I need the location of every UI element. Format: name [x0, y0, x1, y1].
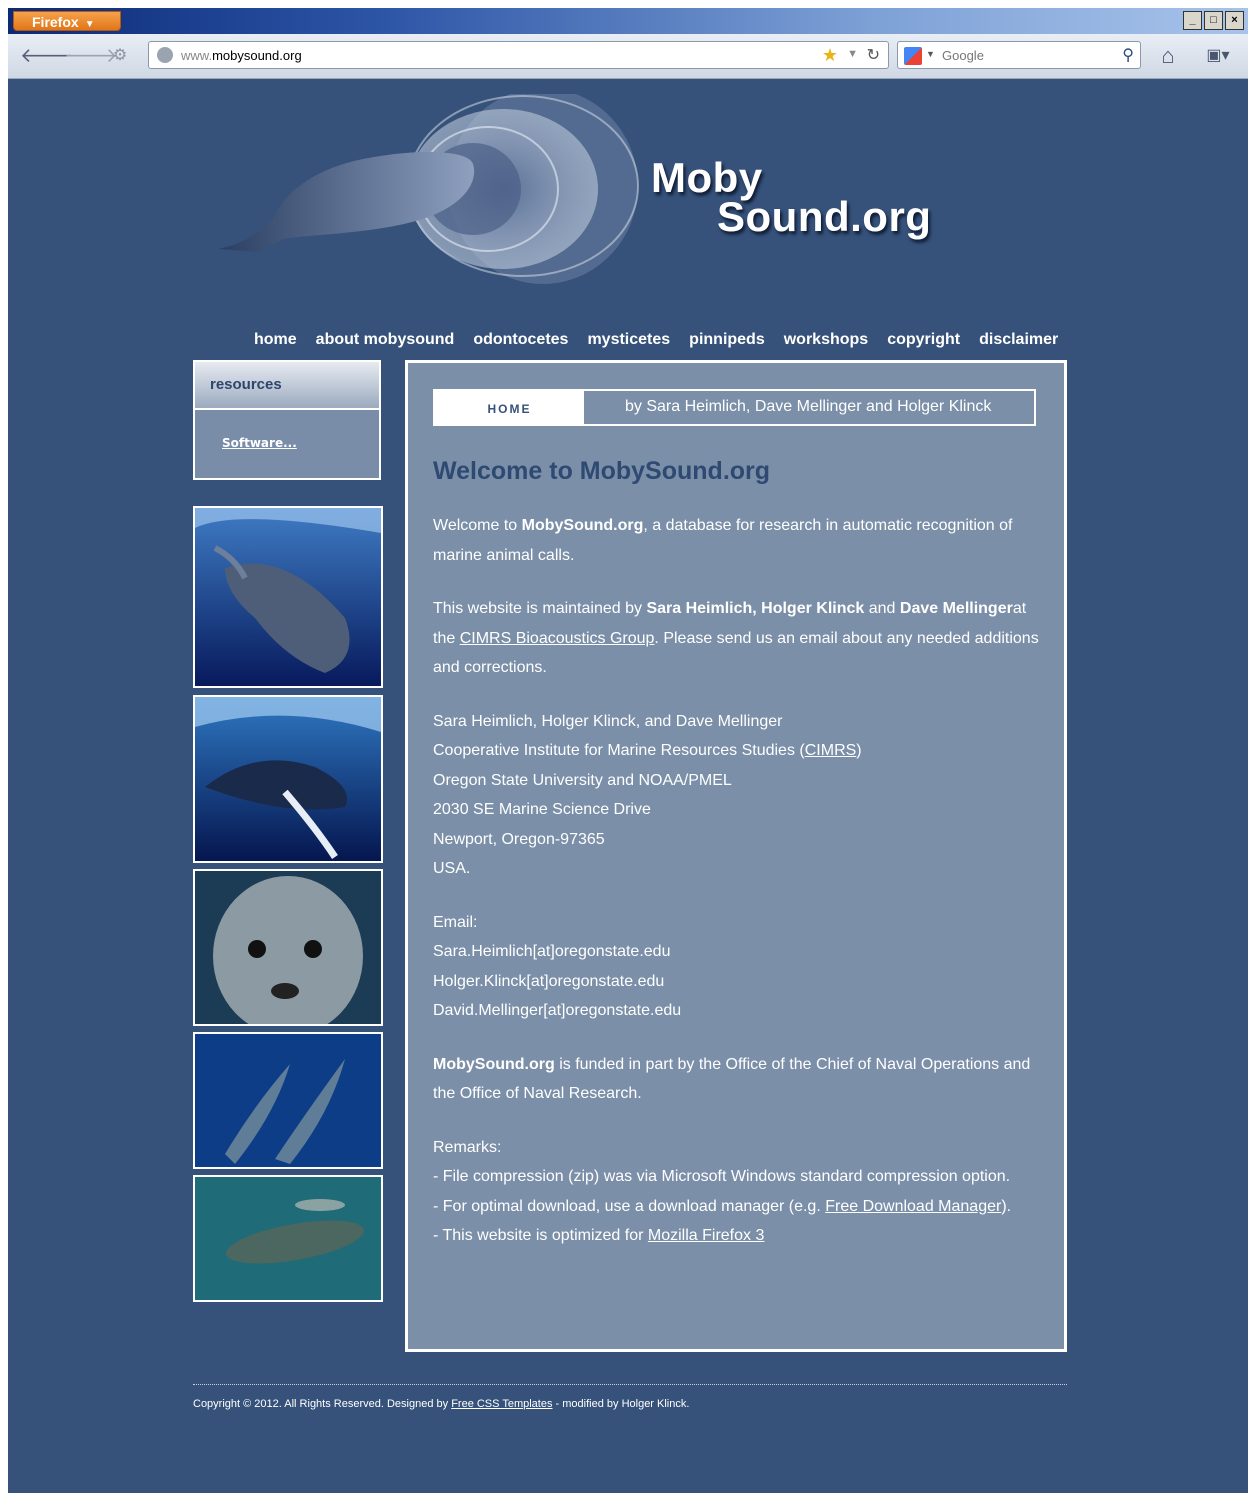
url-dropdown-icon[interactable]: ▼	[847, 48, 858, 60]
main-menu: home about mobysound odontocetes mystice…	[254, 331, 1058, 349]
menu-item-about[interactable]: about mobysound	[316, 331, 455, 349]
address-block: Sara Heimlich, Holger Klinck, and Dave M…	[433, 707, 1048, 884]
forward-icon[interactable]: 🡒	[64, 42, 118, 70]
menu-item-odontocetes[interactable]: odontocetes	[473, 331, 568, 349]
text: Welcome to	[433, 517, 522, 534]
text: )	[856, 742, 862, 759]
intro-paragraph: Welcome to MobySound.org, a database for…	[433, 511, 1048, 570]
humpback-whale-photo	[193, 695, 383, 863]
address-line: Newport, Oregon-97365	[433, 830, 605, 848]
funding-paragraph: MobySound.org is funded in part by the O…	[433, 1050, 1048, 1109]
close-button[interactable]: ×	[1225, 11, 1244, 30]
text: Copyright © 2012. All Rights Reserved. D…	[193, 1398, 452, 1410]
text: This website is maintained by	[433, 600, 647, 617]
text: ).	[1001, 1197, 1012, 1215]
address-line: USA.	[433, 860, 471, 877]
free-download-manager-link[interactable]: Free Download Manager	[825, 1198, 1001, 1215]
remark: - For optimal download, use a download m…	[433, 1197, 826, 1215]
remark: - File compression (zip) was via Microso…	[433, 1168, 1011, 1185]
cimrs-bioacoustics-link[interactable]: CIMRS Bioacoustics Group	[460, 630, 655, 647]
text: - modified by Holger Klinck.	[552, 1398, 690, 1410]
window-controls: _ □ ×	[1183, 11, 1244, 30]
bold-text: Dave Mellinger	[899, 600, 1013, 617]
seal-photo	[193, 869, 383, 1026]
tab-home[interactable]: HOME	[435, 391, 584, 424]
email-address: David.Mellinger[at]oregonstate.edu	[433, 1002, 682, 1019]
navigation-toolbar: 🡐 🡒 ⚙ www.mobysound.org ★ ▼ ↻ ▼ Google ⚲…	[8, 34, 1248, 79]
main-content-box: HOME by Sara Heimlich, Dave Mellinger an…	[405, 360, 1067, 1352]
menu-item-disclaimer[interactable]: disclaimer	[979, 331, 1058, 349]
gray-whale-photo	[193, 1175, 383, 1302]
sidebar: resources Software...	[193, 360, 383, 480]
url-text: www.mobysound.org	[181, 48, 302, 63]
resources-heading: resources	[195, 362, 379, 410]
history-icon[interactable]: ⚙	[106, 42, 134, 70]
url-domain: mobysound.org	[212, 48, 302, 63]
menu-item-copyright[interactable]: copyright	[887, 331, 960, 349]
email-label: Email:	[433, 913, 478, 931]
bookmark-star-icon[interactable]: ★	[822, 45, 838, 66]
remarks-label: Remarks:	[433, 1138, 502, 1156]
tab-bar: HOME by Sara Heimlich, Dave Mellinger an…	[433, 389, 1036, 426]
reload-icon[interactable]: ↻	[867, 45, 880, 65]
sperm-whale-sound-logo	[218, 94, 639, 284]
text: and	[864, 600, 900, 617]
google-icon[interactable]	[904, 47, 922, 65]
browser-window: Firefox ▼ _ □ × 🡐 🡒 ⚙ www.mobysound.org ★…	[8, 8, 1248, 1493]
footer: Copyright © 2012. All Rights Reserved. D…	[193, 1398, 689, 1410]
url-prefix: www.	[181, 48, 213, 63]
sperm-whale-photo	[193, 506, 383, 688]
search-bar[interactable]: ▼ Google ⚲	[897, 41, 1141, 69]
bold-text: MobySound.org	[433, 1055, 555, 1073]
content-body: Welcome to MobySound.org, a database for…	[433, 511, 1048, 1275]
cimrs-link[interactable]: CIMRS	[805, 742, 857, 759]
email-block: Email: Sara.Heimlich[at]oregonstate.edu …	[433, 908, 1048, 1026]
search-placeholder: Google	[942, 48, 984, 63]
resources-box: resources Software...	[193, 360, 381, 480]
remark: - This website is optimized for	[433, 1227, 648, 1244]
firefox-menu-label: Firefox	[32, 14, 79, 30]
menu-item-pinnipeds[interactable]: pinnipeds	[689, 331, 765, 349]
bookmarks-menu-icon[interactable]: ▣▾	[1198, 42, 1238, 70]
mozilla-firefox-link[interactable]: Mozilla Firefox 3	[648, 1227, 764, 1244]
address-line: 2030 SE Marine Science Drive	[433, 801, 651, 818]
address-line: Sara Heimlich, Holger Klinck, and Dave M…	[433, 712, 783, 730]
free-css-templates-link[interactable]: Free CSS Templates	[451, 1398, 552, 1410]
chevron-down-icon: ▼	[84, 19, 95, 30]
back-icon[interactable]: 🡐	[20, 42, 74, 70]
email-address: Holger.Klinck[at]oregonstate.edu	[433, 972, 665, 990]
bold-text: MobySound.org	[521, 517, 644, 534]
title-bar: Firefox ▼ _ □ ×	[8, 8, 1248, 34]
byline: by Sara Heimlich, Dave Mellinger and Hol…	[625, 398, 992, 415]
remarks-block: Remarks: - File compression (zip) was vi…	[433, 1133, 1048, 1251]
maximize-button[interactable]: □	[1204, 11, 1223, 30]
software-link[interactable]: Software...	[222, 436, 379, 450]
address-line: Oregon State University and NOAA/PMEL	[433, 771, 732, 789]
menu-item-home[interactable]: home	[254, 331, 297, 349]
home-icon[interactable]: ⌂	[1154, 42, 1182, 70]
email-address: Sara.Heimlich[at]oregonstate.edu	[433, 943, 671, 960]
address-line: Cooperative Institute for Marine Resourc…	[433, 742, 805, 759]
url-bar[interactable]: www.mobysound.org ★ ▼ ↻	[148, 41, 889, 69]
page-title: Welcome to MobySound.org	[433, 457, 771, 485]
menu-item-mysticetes[interactable]: mysticetes	[587, 331, 670, 349]
search-engine-dropdown-icon[interactable]: ▼	[926, 49, 935, 59]
dolphins-photo	[193, 1032, 383, 1169]
menu-item-workshops[interactable]: workshops	[784, 331, 868, 349]
logo-text-sound-org: Sound.org	[717, 193, 932, 240]
web-page: Moby Sound.org home about mobysound odon…	[8, 79, 1248, 1493]
maintainers-paragraph: This website is maintained by Sara Heiml…	[433, 594, 1048, 683]
globe-icon	[157, 47, 173, 63]
firefox-menu-button[interactable]: Firefox ▼	[13, 11, 121, 31]
search-icon[interactable]: ⚲	[1122, 45, 1134, 65]
footer-divider	[193, 1384, 1067, 1385]
bold-text: Sara Heimlich, Holger Klinck	[646, 600, 865, 617]
minimize-button[interactable]: _	[1183, 11, 1202, 30]
